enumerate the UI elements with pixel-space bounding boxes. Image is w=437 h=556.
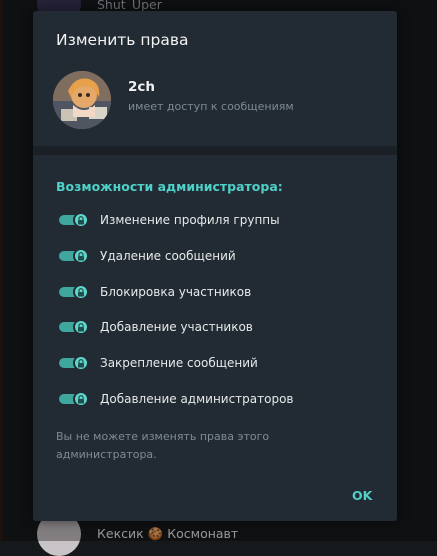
permission-label: Удаление сообщений (100, 249, 236, 263)
permissions-note: Вы не можете изменять права этого админи… (56, 430, 270, 461)
user-name: 2ch (128, 79, 156, 95)
permission-toggle[interactable] (59, 212, 89, 228)
avatar-image-icon (53, 71, 111, 129)
permission-toggle[interactable] (59, 319, 89, 335)
edit-rights-dialog: Изменить права 2ch имеет доступ к сообще… (33, 11, 397, 521)
dialog-title: Изменить права (56, 31, 189, 49)
lock-icon (78, 394, 84, 403)
lock-icon (78, 322, 84, 331)
lock-icon (78, 358, 84, 367)
lock-icon (78, 215, 84, 224)
permission-label: Добавление администраторов (100, 392, 294, 406)
permission-row[interactable]: Удаление сообщений (59, 246, 236, 266)
permission-label: Изменение профиля группы (100, 213, 280, 227)
permission-row[interactable]: Закрепление сообщений (59, 353, 258, 373)
permission-toggle[interactable] (59, 284, 89, 300)
permission-row[interactable]: Блокировка участников (59, 282, 251, 302)
permission-toggle[interactable] (59, 391, 89, 407)
section-title: Возможности администратора: (56, 179, 283, 194)
permission-toggle[interactable] (59, 248, 89, 264)
permission-label: Добавление участников (100, 320, 253, 334)
permission-row[interactable]: Изменение профиля группы (59, 210, 280, 230)
permission-row[interactable]: Добавление участников (59, 317, 253, 337)
permission-toggle[interactable] (59, 355, 89, 371)
user-avatar (53, 71, 111, 129)
permission-label: Закрепление сообщений (100, 356, 258, 370)
user-status: имеет доступ к сообщениям (128, 100, 294, 113)
lock-icon (78, 287, 84, 296)
permission-label: Блокировка участников (100, 285, 252, 299)
permission-row[interactable]: Добавление администраторов (59, 389, 294, 409)
ok-button[interactable]: OK (348, 486, 376, 505)
section-divider (33, 146, 397, 155)
lock-icon (78, 251, 84, 260)
